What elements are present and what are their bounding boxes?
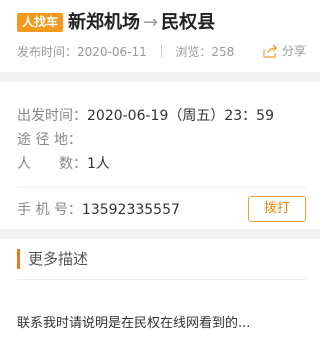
trip-type-badge: 人找车 bbox=[17, 13, 64, 32]
call-button[interactable]: 拨打 bbox=[248, 196, 306, 222]
more-description-title: 更多描述 bbox=[17, 249, 88, 269]
share-icon bbox=[263, 44, 278, 58]
meta-divider bbox=[160, 45, 162, 58]
details-divider bbox=[17, 187, 306, 188]
view-count: 浏览：258 bbox=[175, 45, 235, 59]
trip-header: 人找车 新郑机场 → 民权县 发布时间：2020-06-11 浏览：258 分享 bbox=[0, 0, 320, 72]
share-label: 分享 bbox=[281, 44, 306, 58]
people-label: 人 数： bbox=[17, 156, 87, 172]
depart-time-value: 2020-06-19（周五）23：59 bbox=[87, 108, 274, 124]
people-row: 人 数：1人 bbox=[17, 154, 110, 174]
via-row: 途 径 地： bbox=[17, 130, 82, 150]
route-title: 新郑机场 → 民权县 bbox=[68, 11, 215, 35]
trip-meta: 发布时间：2020-06-11 浏览：258 bbox=[17, 44, 234, 60]
phone-value: 13592335557 bbox=[81, 202, 180, 218]
description-text: 联系我时请说明是在民权在线网看到的... bbox=[17, 316, 251, 331]
publish-time: 发布时间：2020-06-11 bbox=[17, 45, 147, 59]
route-from: 新郑机场 bbox=[68, 12, 140, 33]
trip-details: 出发时间：2020-06-19（周五）23：59 途 径 地： 人 数：1人 手… bbox=[0, 82, 320, 229]
more-description-section: 更多描述 联系我时请说明是在民权在线网看到的... bbox=[0, 239, 320, 346]
section-divider bbox=[17, 279, 306, 280]
phone-label: 手 机 号： bbox=[17, 202, 82, 218]
depart-time-label: 出发时间： bbox=[17, 108, 87, 124]
route-to: 民权县 bbox=[161, 12, 216, 33]
people-value: 1人 bbox=[87, 156, 110, 172]
phone-row: 手 机 号：13592335557 bbox=[17, 200, 180, 220]
via-label: 途 径 地： bbox=[17, 132, 82, 148]
route-arrow-icon: → bbox=[143, 12, 159, 33]
depart-time-row: 出发时间：2020-06-19（周五）23：59 bbox=[17, 106, 274, 126]
share-button[interactable]: 分享 bbox=[263, 42, 306, 59]
